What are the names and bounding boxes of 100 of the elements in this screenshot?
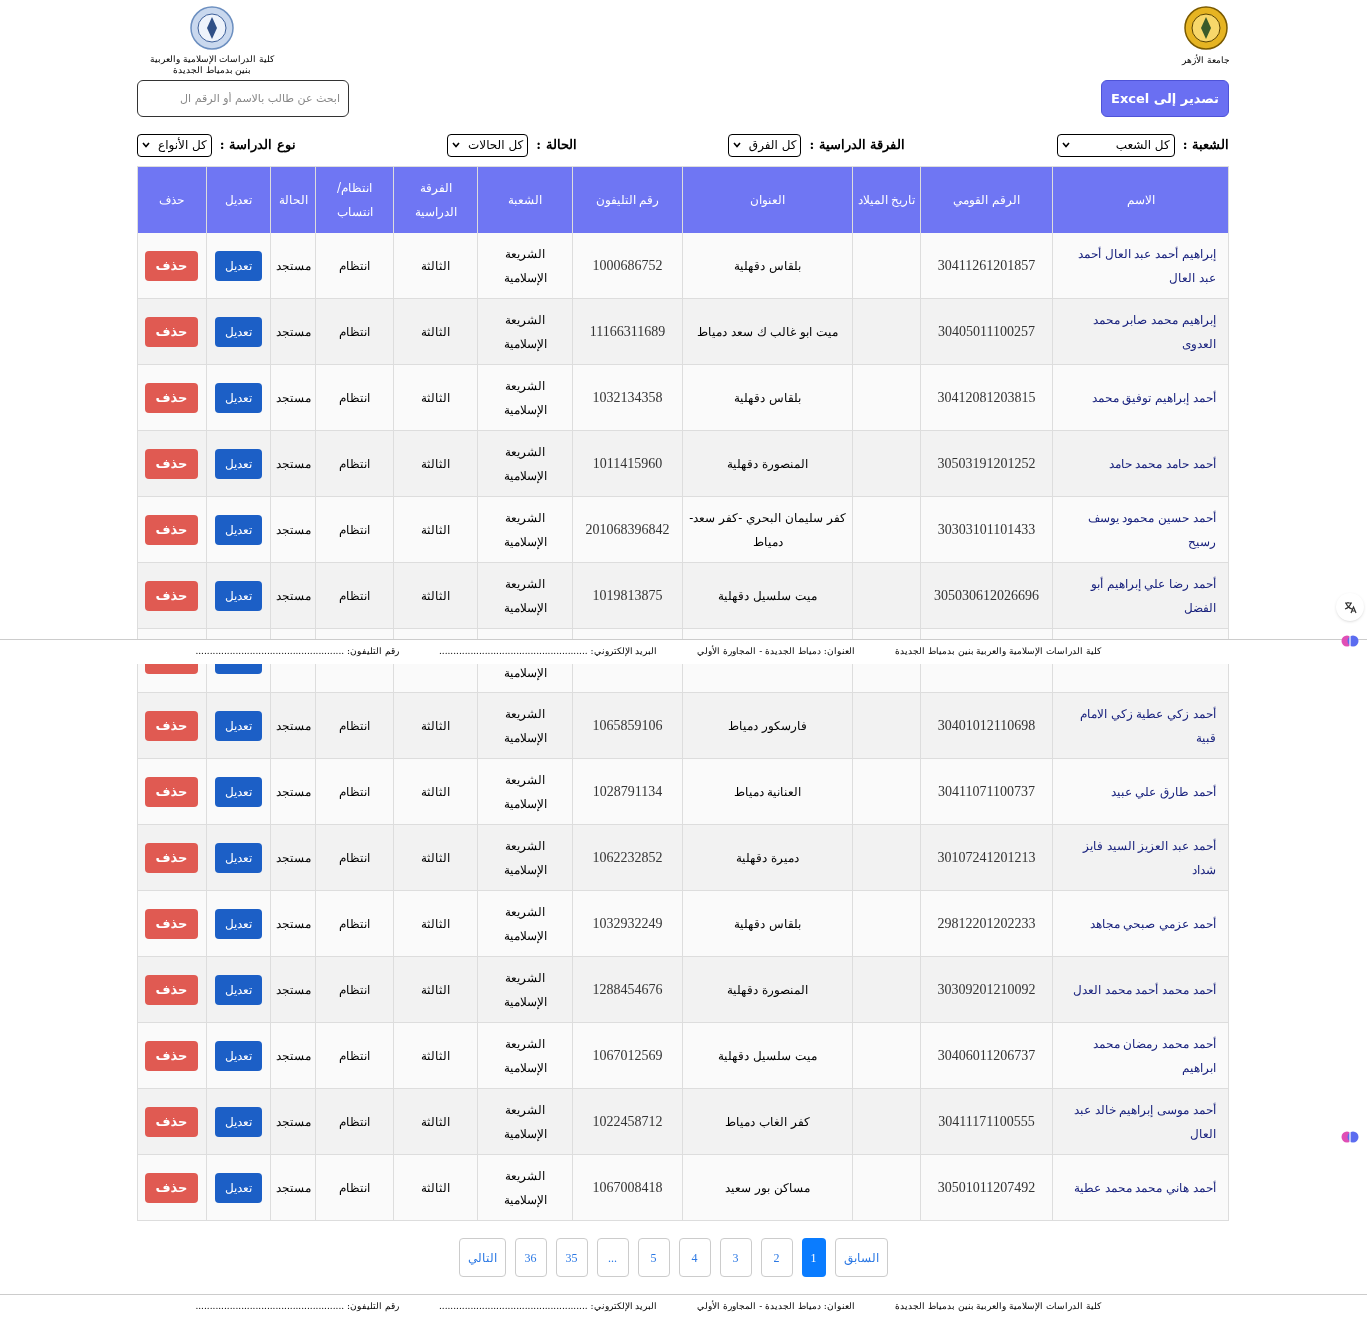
edit-button[interactable]: تعديل bbox=[215, 580, 262, 611]
delete-button[interactable]: حذف bbox=[145, 710, 198, 741]
edit-button[interactable]: تعديل bbox=[215, 514, 262, 545]
table-cell-text: الثالثة bbox=[421, 587, 450, 605]
delete-button[interactable]: حذف bbox=[145, 1040, 198, 1071]
edit-button[interactable]: تعديل bbox=[215, 710, 262, 741]
table-cell-text: 1288454676 bbox=[592, 981, 663, 999]
chevron-down-icon bbox=[1061, 142, 1070, 148]
table-cell-text: الشريعة الإسلامية bbox=[502, 837, 548, 879]
table-cell-text: مستجد bbox=[275, 1047, 311, 1065]
page-button[interactable]: ... bbox=[596, 1238, 629, 1277]
table-cell-text: الثالثة bbox=[421, 455, 450, 473]
footer-email: البريد الإلكتروني: .................................................... bbox=[438, 1300, 658, 1314]
table-cell-text: انتظام bbox=[339, 1113, 370, 1131]
brain-icon[interactable] bbox=[1341, 1128, 1359, 1146]
footer-phone: رقم التليفون: .................................................... bbox=[195, 645, 399, 659]
table-cell-text: مستجد bbox=[275, 257, 311, 275]
delete-button[interactable]: حذف bbox=[145, 382, 198, 413]
page-button[interactable]: 4 bbox=[678, 1238, 711, 1277]
export-excel-button[interactable]: تصدير إلى Excel bbox=[1101, 80, 1229, 117]
table-cell-text: 30411171100555 bbox=[938, 1113, 1035, 1131]
delete-button[interactable]: حذف bbox=[145, 580, 198, 611]
delete-button[interactable]: حذف bbox=[145, 1172, 198, 1203]
delete-button[interactable]: حذف bbox=[145, 316, 198, 347]
edit-button[interactable]: تعديل bbox=[215, 974, 262, 1005]
delete-button[interactable]: حذف bbox=[145, 908, 198, 939]
table-cell-text: انتظام bbox=[339, 915, 370, 933]
page-button[interactable]: 5 bbox=[637, 1238, 670, 1277]
table-cell-text: الشريعة الإسلامية bbox=[502, 509, 548, 551]
table-cell-text: مستجد bbox=[275, 1113, 311, 1131]
translate-widget[interactable] bbox=[1336, 593, 1364, 621]
chevron-down-icon bbox=[452, 142, 461, 148]
filter-label: الفرقة الدراسية : bbox=[809, 136, 906, 155]
page-button[interactable]: 3 bbox=[719, 1238, 752, 1277]
column-header: الحالة bbox=[278, 192, 308, 209]
delete-button[interactable]: حذف bbox=[145, 974, 198, 1005]
student-name: أحمد حسين محمود يوسف رسيح bbox=[1086, 509, 1216, 551]
page-button[interactable]: 35 bbox=[555, 1238, 588, 1277]
table-cell-text: انتظام bbox=[339, 587, 370, 605]
chevron-down-icon bbox=[142, 142, 150, 148]
delete-button[interactable]: حذف bbox=[145, 250, 198, 281]
edit-button[interactable]: تعديل bbox=[215, 448, 262, 479]
brain-icon[interactable] bbox=[1341, 632, 1359, 650]
table-cell-text: الشريعة الإسلامية bbox=[502, 1167, 548, 1209]
filter-select[interactable]: كل الفرق bbox=[727, 133, 802, 157]
table-cell-text: الثالثة bbox=[421, 783, 450, 801]
delete-button[interactable]: حذف bbox=[145, 1106, 198, 1137]
student-name: أحمد حامد محمد حامد bbox=[1108, 455, 1216, 473]
edit-button[interactable]: تعديل bbox=[215, 1040, 262, 1071]
edit-button[interactable]: تعديل bbox=[215, 316, 262, 347]
student-name: أحمد محمد أحمد محمد العدل bbox=[1072, 981, 1216, 999]
table-cell-text: كفر سليمان البحري -كفر سعد- دمياط bbox=[688, 509, 847, 551]
page-button[interactable]: التالي bbox=[458, 1238, 506, 1277]
edit-button[interactable]: تعديل bbox=[215, 776, 262, 807]
edit-button[interactable]: تعديل bbox=[215, 1106, 262, 1137]
edit-button[interactable]: تعديل bbox=[215, 1172, 262, 1203]
delete-button[interactable]: حذف bbox=[145, 776, 198, 807]
table-cell-text: مستجد bbox=[275, 587, 311, 605]
chevron-down-icon bbox=[732, 142, 741, 148]
page-button[interactable]: 2 bbox=[760, 1238, 793, 1277]
table-cell-text: الثالثة bbox=[421, 323, 450, 341]
table-cell-text: 1065859106 bbox=[592, 717, 663, 735]
column-header: تعديل bbox=[225, 192, 252, 209]
table-cell-text: مستجد bbox=[275, 849, 311, 867]
table-cell-text: الشريعة الإسلامية bbox=[502, 245, 548, 287]
table-cell-text: انتظام bbox=[339, 1047, 370, 1065]
student-name: أحمد هاني محمد محمد عطية bbox=[1073, 1179, 1216, 1197]
student-name: أحمد طارق علي عبيد bbox=[1110, 783, 1216, 801]
edit-button[interactable]: تعديل bbox=[215, 842, 262, 873]
table-cell-text: الشريعة الإسلامية bbox=[502, 377, 548, 419]
table-cell-text: مستجد bbox=[275, 323, 311, 341]
table-cell-text: 1032932249 bbox=[592, 915, 663, 933]
logo-icon bbox=[190, 6, 234, 50]
table-cell-text: ميت سلسيل دقهلية bbox=[718, 1047, 817, 1065]
edit-button[interactable]: تعديل bbox=[215, 250, 262, 281]
college-name: كلية الدراسات الإسلامية والعربية bbox=[149, 54, 275, 65]
logo-icon bbox=[1184, 6, 1228, 50]
column-header: الرقم القومي bbox=[953, 192, 1020, 209]
student-name: أحمد رضا علي إبراهيم أبو الفضل bbox=[1089, 575, 1216, 617]
delete-button[interactable]: حذف bbox=[145, 514, 198, 545]
delete-button[interactable]: حذف bbox=[145, 842, 198, 873]
table-cell-text: مستجد bbox=[275, 1179, 311, 1197]
table-cell-text: انتظام bbox=[339, 389, 370, 407]
edit-button[interactable]: تعديل bbox=[215, 382, 262, 413]
table-cell-text: انتظام bbox=[339, 849, 370, 867]
page-button[interactable]: 36 bbox=[514, 1238, 547, 1277]
table-cell-text: الثالثة bbox=[421, 521, 450, 539]
table-cell-text: انتظام bbox=[339, 521, 370, 539]
table-cell-text: العنانية دمياط bbox=[733, 783, 802, 801]
page-button[interactable]: 1 bbox=[801, 1238, 826, 1277]
filter-select[interactable]: كل الشعب bbox=[1056, 133, 1175, 157]
footer-email: البريد الإلكتروني: .................................................... bbox=[438, 645, 658, 659]
column-header: الاسم bbox=[1126, 192, 1155, 209]
filter-select[interactable]: كل الأنواع bbox=[137, 133, 212, 157]
edit-button[interactable]: تعديل bbox=[215, 908, 262, 939]
table-cell-text: 1028791134 bbox=[592, 783, 663, 801]
filter-select[interactable]: كل الحالات bbox=[447, 133, 529, 157]
page-button[interactable]: السابق bbox=[834, 1238, 888, 1277]
delete-button[interactable]: حذف bbox=[145, 448, 198, 479]
table-cell-text: 11166311689 bbox=[589, 323, 666, 341]
